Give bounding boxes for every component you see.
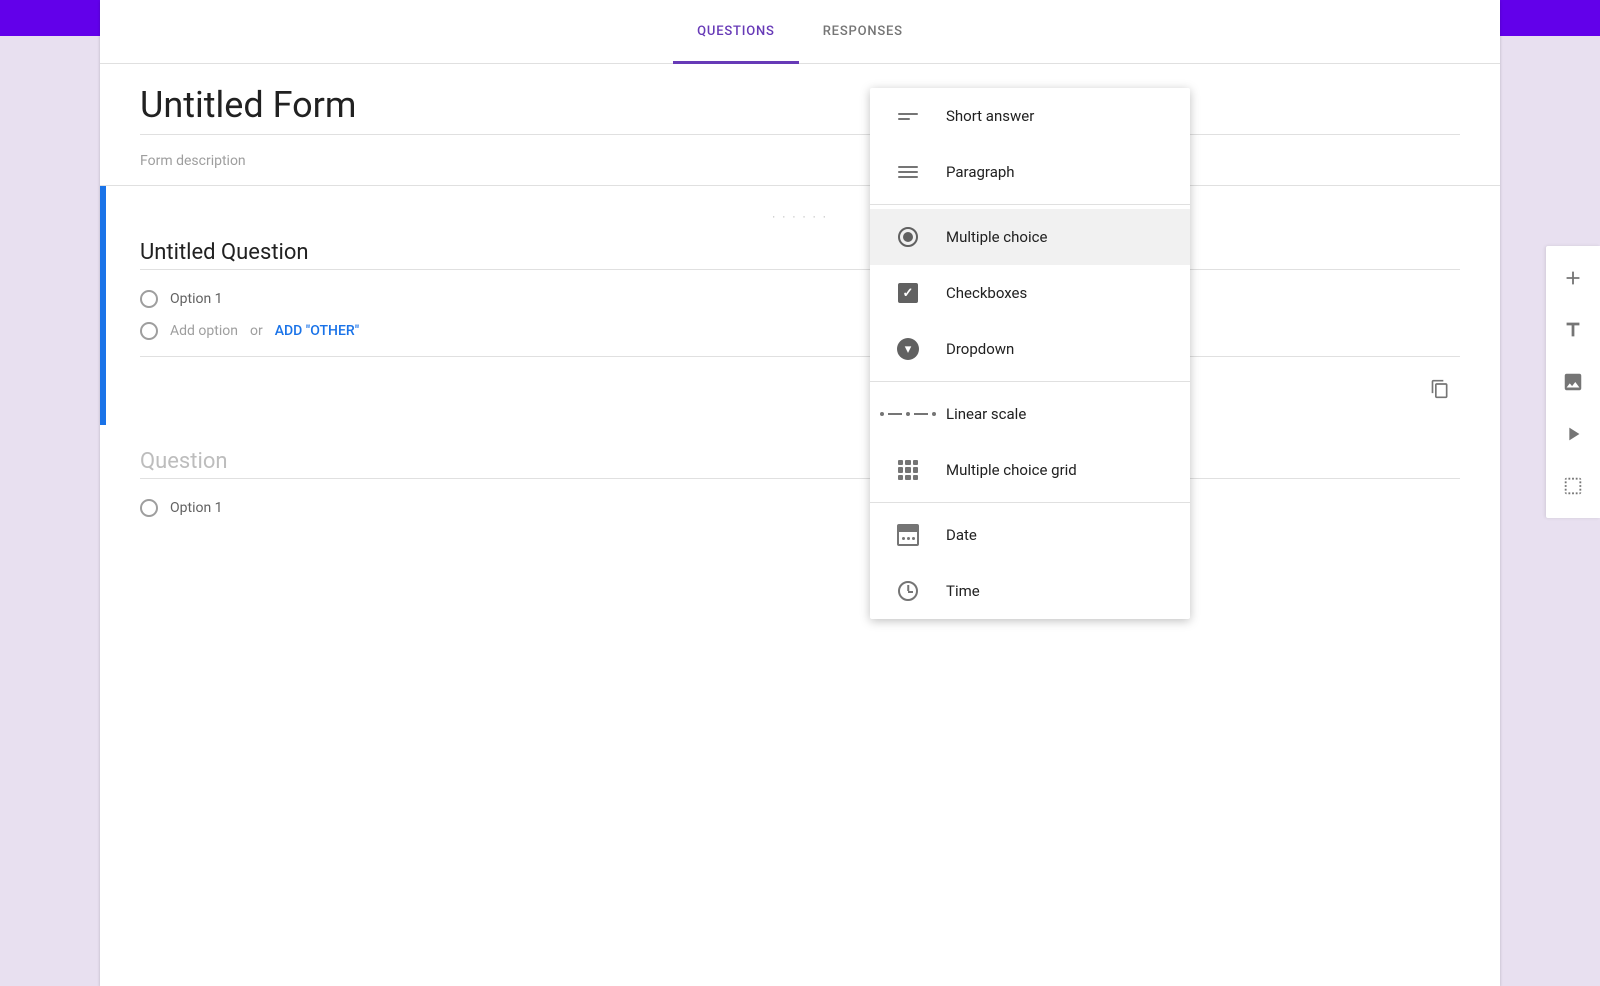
drag-handle: · · · · · · — [140, 210, 1460, 224]
time-icon — [894, 577, 922, 605]
paragraph-label: Paragraph — [946, 163, 1015, 181]
radio-circle — [140, 290, 158, 308]
menu-item-date[interactable]: Date — [870, 507, 1190, 563]
date-label: Date — [946, 526, 977, 544]
main-content: QUESTIONS RESPONSES Untitled Form Form d… — [100, 0, 1500, 986]
date-icon — [894, 521, 922, 549]
add-title-button[interactable] — [1553, 310, 1593, 350]
add-option-text[interactable]: Add option — [170, 323, 238, 339]
tabs-bar: QUESTIONS RESPONSES — [100, 0, 1500, 64]
question-title[interactable]: Untitled Question — [140, 240, 1460, 270]
right-sidebar — [1546, 246, 1600, 518]
grid-label: Multiple choice grid — [946, 461, 1077, 479]
short-answer-label: Short answer — [946, 107, 1034, 125]
card-footer — [140, 357, 1460, 409]
menu-divider-1 — [870, 204, 1190, 205]
menu-item-time[interactable]: Time — [870, 563, 1190, 619]
menu-item-grid[interactable]: Multiple choice grid — [870, 442, 1190, 498]
add-question-button[interactable] — [1553, 258, 1593, 298]
paragraph-icon — [894, 158, 922, 186]
checkboxes-label: Checkboxes — [946, 284, 1027, 302]
form-title[interactable]: Untitled Form — [140, 84, 1460, 135]
add-option-row: Add option or ADD "OTHER" — [140, 322, 1460, 340]
question-card-1: · · · · · · Untitled Question Option 1 A… — [100, 186, 1500, 425]
tab-responses[interactable]: RESPONSES — [799, 0, 927, 64]
checkbox-icon — [894, 279, 922, 307]
or-text: or — [250, 323, 263, 339]
menu-item-dropdown[interactable]: Dropdown — [870, 321, 1190, 377]
radio-circle-2 — [140, 499, 158, 517]
short-answer-icon — [894, 102, 922, 130]
add-section-button[interactable] — [1553, 466, 1593, 506]
menu-item-paragraph[interactable]: Paragraph — [870, 144, 1190, 200]
add-option-radio — [140, 322, 158, 340]
question-type-dropdown: Short answer Paragraph Multiple choice C… — [870, 88, 1190, 619]
question-card-inner: Untitled Question Option 1 Add option or… — [140, 240, 1460, 357]
linear-scale-label: Linear scale — [946, 405, 1026, 423]
option-item-2: Option 1 — [140, 499, 1460, 517]
menu-item-multiple-choice[interactable]: Multiple choice — [870, 209, 1190, 265]
option-1-label-2: Option 1 — [170, 500, 223, 516]
add-other-link[interactable]: ADD "OTHER" — [275, 323, 359, 339]
option-item: Option 1 — [140, 290, 1460, 308]
form-title-section: Untitled Form Form description — [100, 64, 1500, 185]
multiple-choice-label: Multiple choice — [946, 228, 1047, 246]
radio-filled-icon — [894, 223, 922, 251]
add-image-button[interactable] — [1553, 362, 1593, 402]
menu-divider-2 — [870, 381, 1190, 382]
time-label: Time — [946, 582, 980, 600]
question-card-2: Question Option 1 — [100, 425, 1500, 547]
option-1-label: Option 1 — [170, 291, 223, 307]
menu-divider-3 — [870, 502, 1190, 503]
add-video-button[interactable] — [1553, 414, 1593, 454]
form-description[interactable]: Form description — [140, 147, 1460, 175]
tab-questions[interactable]: QUESTIONS — [673, 0, 799, 64]
menu-item-linear-scale[interactable]: Linear scale — [870, 386, 1190, 442]
dropdown-icon — [894, 335, 922, 363]
question-title-blank[interactable]: Question — [140, 449, 1460, 479]
grid-icon — [894, 456, 922, 484]
linear-scale-icon — [894, 400, 922, 428]
dropdown-label: Dropdown — [946, 340, 1014, 358]
menu-item-short-answer[interactable]: Short answer — [870, 88, 1190, 144]
menu-item-checkboxes[interactable]: Checkboxes — [870, 265, 1190, 321]
duplicate-button[interactable] — [1420, 369, 1460, 409]
